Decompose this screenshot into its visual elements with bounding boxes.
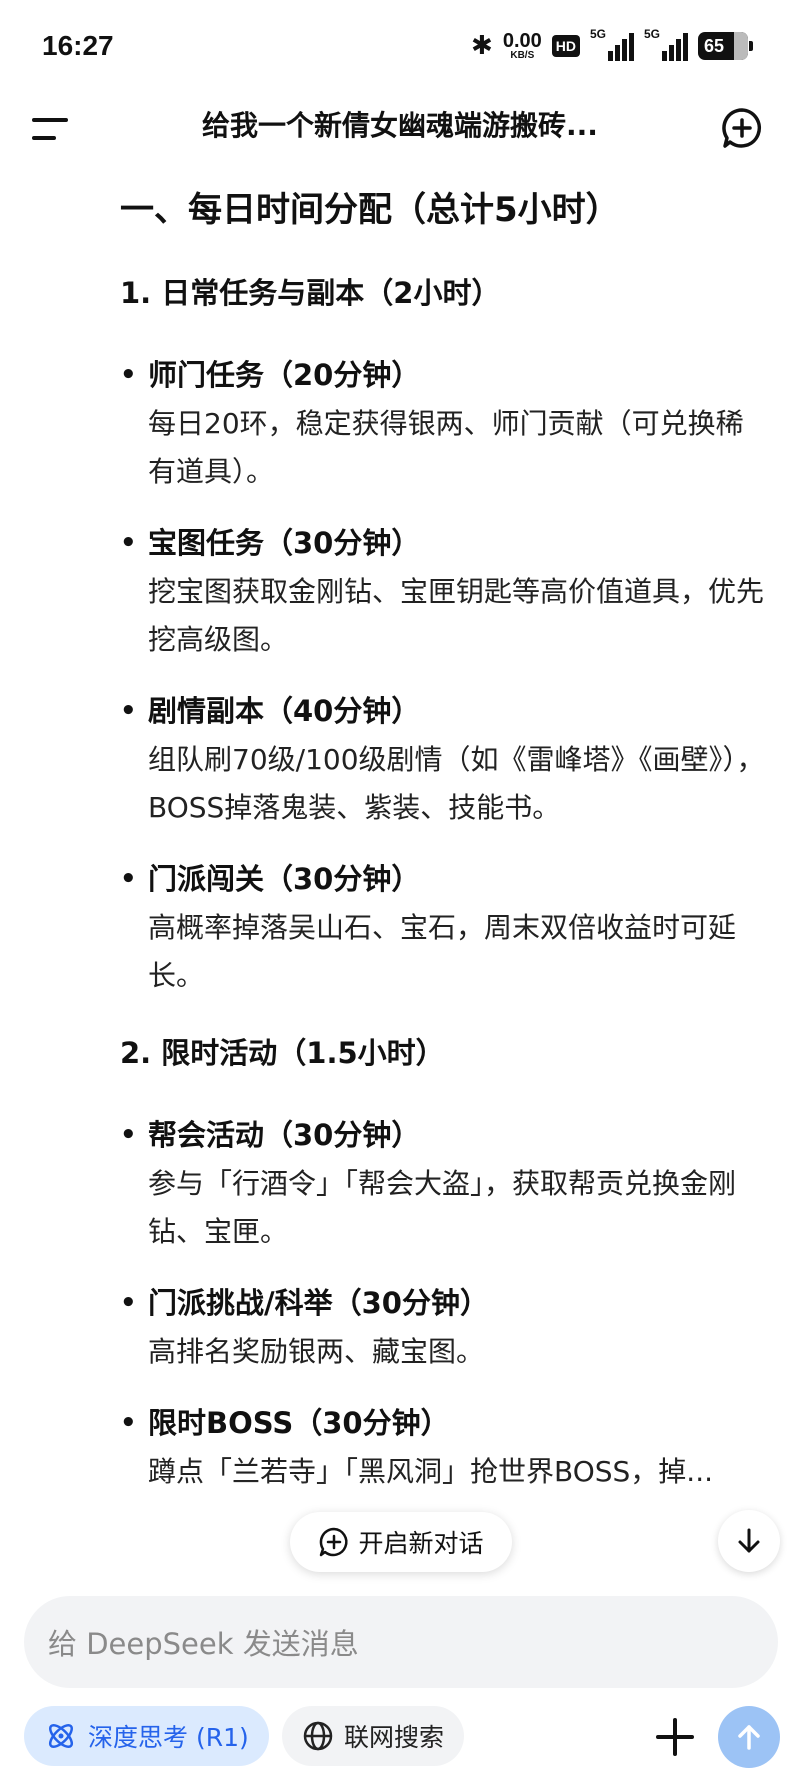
deep-think-label: 深度思考 (R1) [88, 1723, 249, 1752]
chat-title: 给我一个新倩女幽魂端游搬砖... [202, 109, 598, 142]
section-title: 2. 限时活动（1.5小时） [120, 1036, 445, 1070]
scroll-down-button[interactable] [718, 1510, 780, 1572]
message-input[interactable]: 给 DeepSeek 发送消息 [24, 1596, 778, 1688]
web-search-label: 联网搜索 [344, 1723, 445, 1752]
new-dialog-button[interactable]: 开启新对话 [290, 1512, 512, 1572]
arrow-down-icon [738, 1528, 760, 1553]
battery-level: 65 [704, 35, 725, 56]
list-item-desc: 参与「行酒令」「帮会大盗」，获取帮贡兑换金刚钻、宝匣。 [148, 1167, 737, 1248]
net-speed-value: 0.00 [502, 30, 542, 52]
list-item: 门派闯关（30分钟） 高概率掉落吴山石、宝石，周末双倍收益时可延长。 [120, 854, 770, 1000]
composer-toolbar: 深度思考 (R1) 联网搜索 [0, 1702, 800, 1772]
status-bar: 16:27 ✱ 0.00 KB/S HD 5G 5G 65 [0, 0, 800, 96]
plus-icon[interactable] [648, 1710, 702, 1764]
list-item-title: 帮会活动（30分钟） [148, 1118, 421, 1152]
atom-icon [48, 1723, 74, 1749]
message-content: 一、每日时间分配（总计5小时） 1. 日常任务与副本（2小时） 师门任务（20分… [120, 176, 770, 1518]
list-item-title: 师门任务（20分钟） [148, 358, 421, 392]
signal-icon-1: 5G [590, 27, 634, 61]
list-item: 师门任务（20分钟） 每日20环，稳定获得银两、师门贡献（可兑换稀有道具）。 [120, 350, 770, 496]
new-chat-icon [320, 1527, 349, 1557]
list-item-desc: 每日20环，稳定获得银两、师门贡献（可兑换稀有道具）。 [148, 407, 744, 488]
list-item: 门派挑战/科举（30分钟） 高排名奖励银两、藏宝图。 [120, 1278, 770, 1376]
section-title: 1. 日常任务与副本（2小时） [120, 276, 501, 310]
new-dialog-label: 开启新对话 [358, 1529, 484, 1558]
message-input-placeholder: 给 DeepSeek 发送消息 [48, 1627, 359, 1661]
list-item-title: 剧情副本（40分钟） [148, 694, 421, 728]
list-item-title: 宝图任务（30分钟） [148, 526, 421, 560]
list-item: 帮会活动（30分钟） 参与「行酒令」「帮会大盗」，获取帮贡兑换金刚钻、宝匣。 [120, 1110, 770, 1256]
status-time: 16:27 [42, 30, 114, 61]
list-item-desc: 高排名奖励银两、藏宝图。 [148, 1335, 485, 1368]
bluetooth-icon: ✱ [471, 31, 493, 61]
send-button[interactable] [718, 1706, 780, 1768]
new-chat-icon[interactable] [720, 106, 764, 150]
web-search-toggle[interactable]: 联网搜索 [282, 1706, 465, 1766]
signal-icon-2: 5G [644, 27, 688, 61]
content-heading: 一、每日时间分配（总计5小时） [120, 190, 620, 230]
list-item: 宝图任务（30分钟） 挖宝图获取金刚钻、宝匣钥匙等高价值道具，优先挖高级图。 [120, 518, 770, 664]
list-item-title: 门派闯关（30分钟） [148, 862, 421, 896]
signal-1-label: 5G [590, 27, 607, 41]
net-speed-unit: KB/S [510, 50, 535, 61]
list-item-title: 门派挑战/科举（30分钟） [148, 1286, 489, 1320]
list-item-title: 限时BOSS（30分钟） [148, 1406, 450, 1440]
list-item-desc: 组队刷70级/100级剧情（如《雷峰塔》《画壁》），BOSS掉落鬼装、紫装、技能… [148, 743, 765, 824]
hd-badge: HD [551, 35, 580, 57]
menu-icon[interactable] [30, 110, 70, 150]
battery-icon: 65 [698, 32, 753, 60]
app-header: 给我一个新倩女幽魂端游搬砖... [0, 96, 800, 176]
arrow-up-icon [738, 1725, 760, 1750]
deep-think-toggle[interactable]: 深度思考 (R1) [24, 1706, 269, 1766]
signal-2-label: 5G [644, 27, 661, 41]
status-icons: ✱ 0.00 KB/S HD 5G 5G 65 [471, 27, 753, 64]
list-item: 剧情副本（40分钟） 组队刷70级/100级剧情（如《雷峰塔》《画壁》），BOS… [120, 686, 770, 832]
globe-icon [303, 1721, 333, 1751]
list-item-desc: 高概率掉落吴山石、宝石，周末双倍收益时可延长。 [148, 911, 737, 992]
net-speed: 0.00 KB/S [503, 31, 542, 61]
list-item-desc: 挖宝图获取金刚钻、宝匣钥匙等高价值道具，优先挖高级图。 [148, 575, 765, 656]
